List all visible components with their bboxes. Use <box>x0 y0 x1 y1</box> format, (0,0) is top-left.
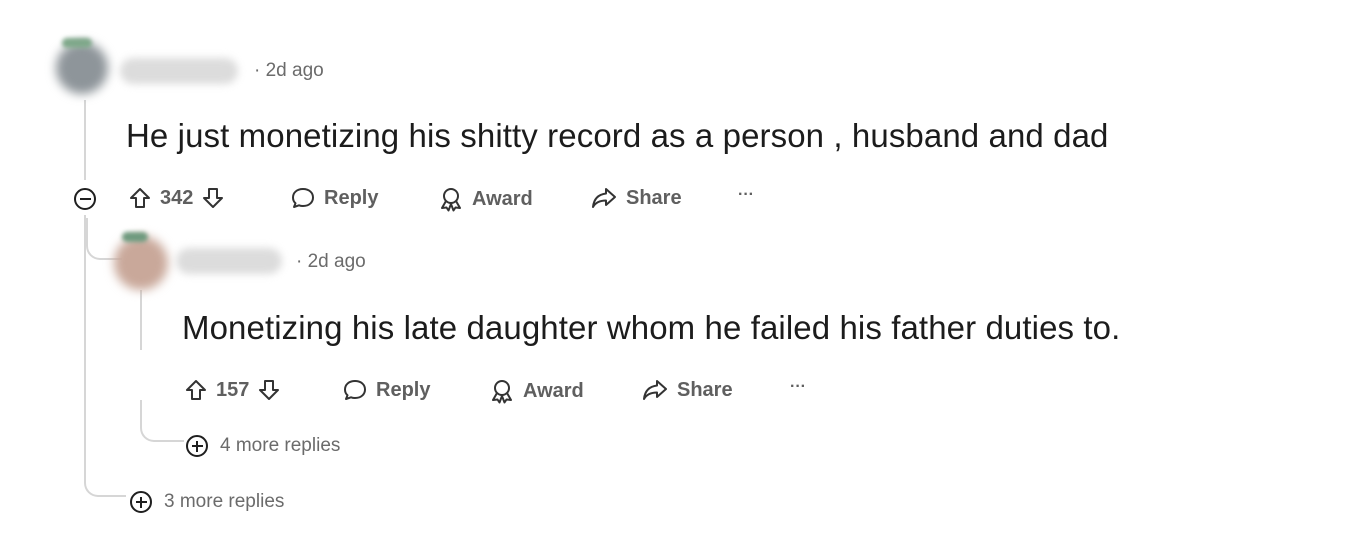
reply-label: Reply <box>324 186 379 209</box>
upvote-button[interactable]: 157 <box>184 378 281 402</box>
award-label: Award <box>472 187 533 210</box>
comment-top: · 2d ago He just monetizing his shitty r… <box>0 0 1350 230</box>
reply-button[interactable]: Reply <box>342 378 430 402</box>
more-replies-label: 3 more replies <box>164 491 285 512</box>
upvote-button[interactable]: 342 <box>128 186 225 210</box>
award-ribbon-icon <box>492 380 512 404</box>
avatar-accent <box>62 38 92 48</box>
vote-count: 342 <box>160 186 194 209</box>
avatar-accent <box>122 232 148 242</box>
username[interactable] <box>120 58 238 84</box>
award-label: Award <box>523 379 584 402</box>
vote-count: 157 <box>216 378 250 401</box>
more-options-button[interactable]: ··· <box>738 186 754 204</box>
more-options-button[interactable]: ··· <box>790 378 806 396</box>
nested-more-replies-link[interactable]: 4 more replies <box>186 435 340 457</box>
comment-text: He just monetizing his shitty record as … <box>126 117 1109 154</box>
timestamp[interactable]: · 2d ago <box>254 60 324 82</box>
share-arrow-icon <box>643 380 667 400</box>
speech-bubble-icon <box>292 188 314 208</box>
speech-bubble-icon <box>344 380 366 400</box>
comment-nested: · 2d ago Monetizing his late daughter wh… <box>0 230 1350 430</box>
reply-button[interactable]: Reply <box>290 186 378 210</box>
reply-label: Reply <box>376 378 431 401</box>
avatar[interactable] <box>56 42 108 94</box>
award-ribbon-icon <box>441 188 461 212</box>
top-more-replies-link[interactable]: 3 more replies <box>130 491 284 513</box>
award-button[interactable]: Award <box>438 186 533 212</box>
collapse-thread-icon[interactable] <box>74 188 96 210</box>
plus-circle-icon <box>186 435 208 457</box>
share-label: Share <box>626 186 682 209</box>
username[interactable] <box>176 248 282 274</box>
award-button[interactable]: Award <box>489 378 584 404</box>
arrow-down-outline-icon[interactable] <box>257 378 281 402</box>
more-replies-label: 4 more replies <box>220 435 341 456</box>
share-button[interactable]: Share <box>590 186 682 210</box>
arrow-up-outline-icon <box>130 188 150 208</box>
share-button[interactable]: Share <box>641 378 733 402</box>
plus-circle-icon <box>130 491 152 513</box>
avatar[interactable] <box>114 236 168 290</box>
comment-text: Monetizing his late daughter whom he fai… <box>182 309 1121 346</box>
share-arrow-icon <box>592 188 616 208</box>
more-options-icon: ··· <box>790 378 806 395</box>
arrow-up-outline-icon <box>186 380 206 400</box>
share-label: Share <box>677 378 733 401</box>
arrow-down-outline-icon[interactable] <box>201 186 225 210</box>
more-options-icon: ··· <box>738 186 754 203</box>
timestamp[interactable]: · 2d ago <box>296 251 366 273</box>
